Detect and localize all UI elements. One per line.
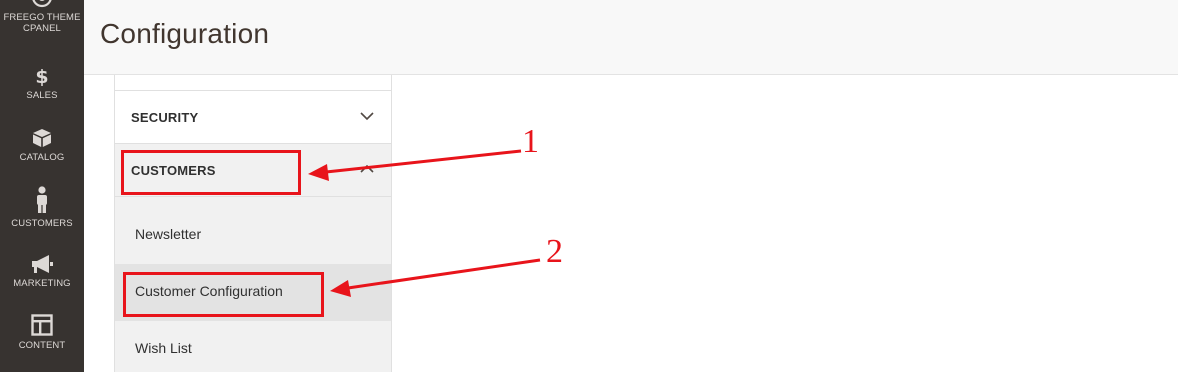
arrow-2: [330, 258, 541, 297]
annotation-label-1: 1: [522, 123, 539, 160]
admin-app: FREEGO THEME CPANEL $ SALES CATALOG CUST…: [0, 0, 1178, 372]
annotation-label-2: 2: [546, 233, 563, 270]
annotation-arrows: [308, 149, 541, 297]
arrow-1: [308, 149, 522, 181]
